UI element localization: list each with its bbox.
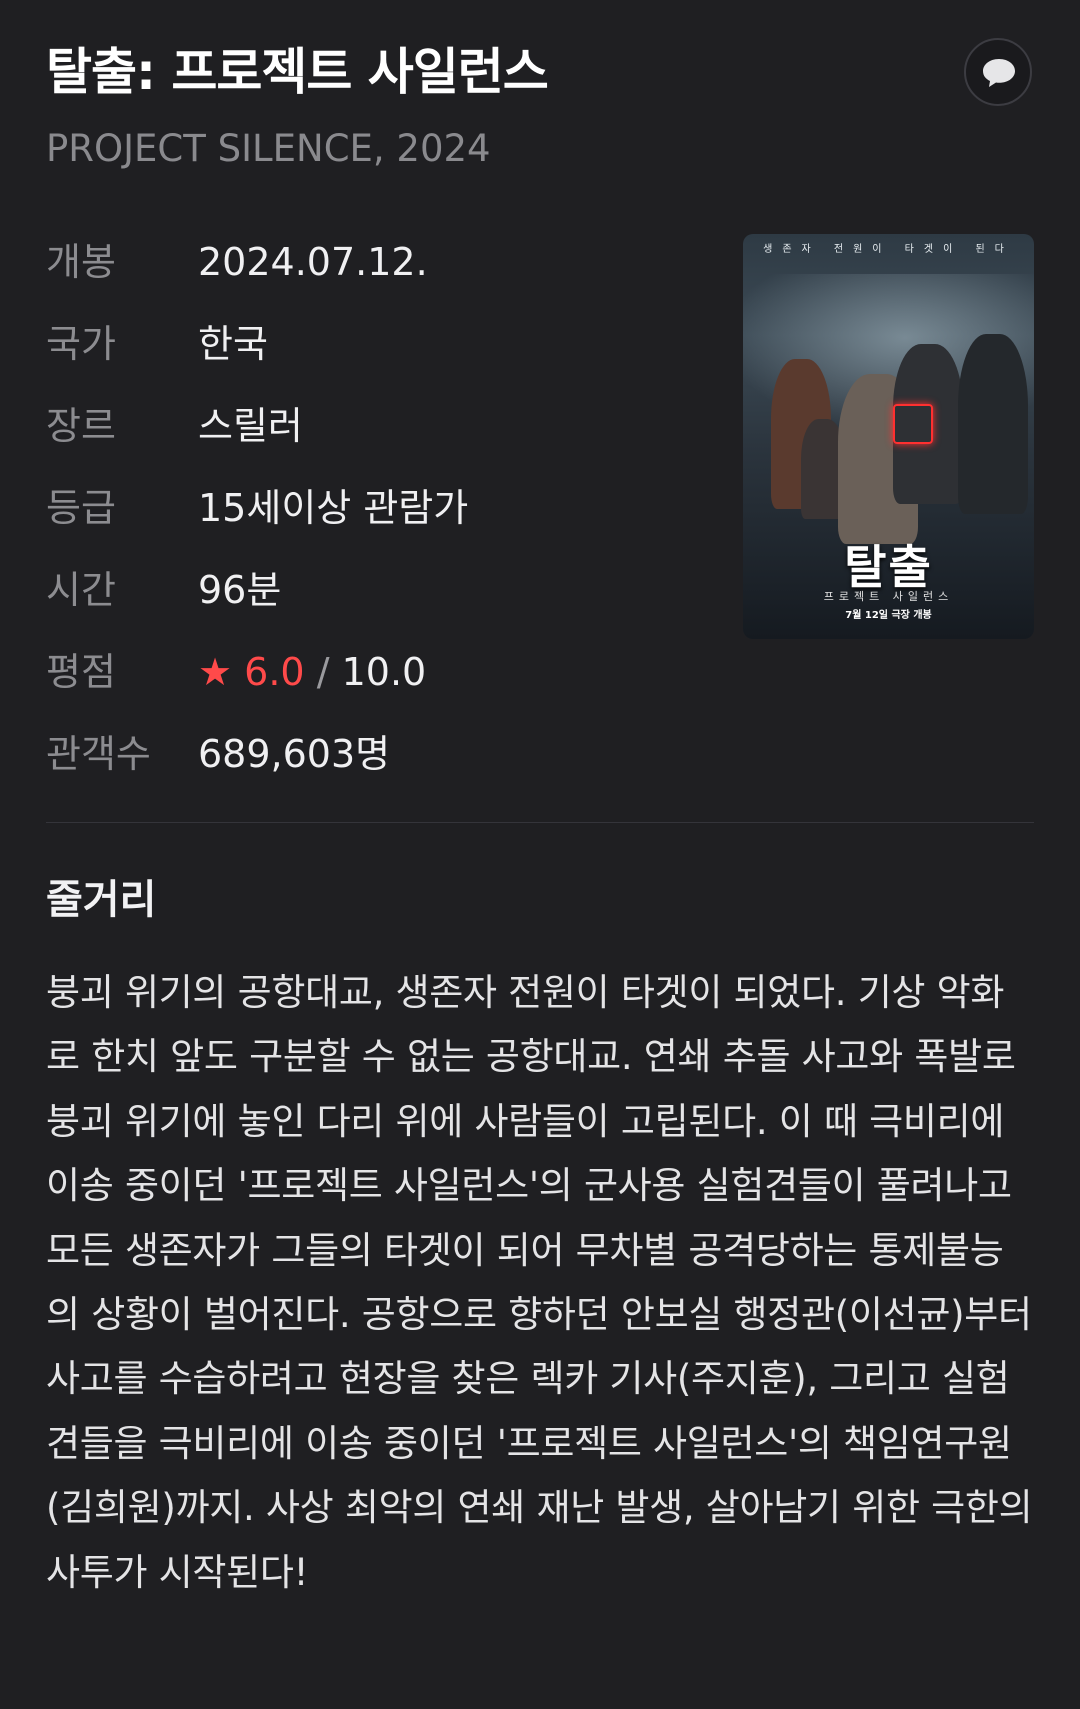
synopsis-text: 붕괴 위기의 공항대교, 생존자 전원이 타겟이 되었다. 기상 악화로 한치 … <box>46 971 1033 1594</box>
score-label: 평점 <box>46 650 116 694</box>
country-label: 국가 <box>46 322 116 366</box>
score-value-group: ★ 6.0 / 10.0 <box>198 647 426 697</box>
release-value: 2024.07.12. <box>198 240 428 284</box>
grade-value: 15세이상 관람가 <box>198 486 469 530</box>
score-value: 6.0 <box>244 650 305 694</box>
country-value: 한국 <box>198 322 268 366</box>
warning-sign <box>893 404 933 444</box>
star-icon: ★ <box>198 650 233 694</box>
score-separator: / <box>316 650 330 694</box>
comment-button[interactable] <box>964 38 1032 106</box>
section-divider <box>46 822 1034 823</box>
release-label: 개봉 <box>46 240 116 284</box>
audience-value: 689,603명 <box>198 732 391 776</box>
genre-label: 장르 <box>46 404 116 448</box>
poster-subtitle: 프로젝트 사일런스 <box>823 590 954 603</box>
movie-title: 탈출: 프로젝트 사일런스 <box>46 43 549 101</box>
original-title-year: PROJECT SILENCE, 2024 <box>46 127 491 170</box>
audience-label: 관객수 <box>46 732 151 776</box>
genre-value: 스릴러 <box>198 404 303 448</box>
synopsis-heading: 줄거리 <box>46 877 157 923</box>
runtime-label: 시간 <box>46 568 116 612</box>
movie-poster[interactable]: 생존자 전원이 타겟이 된다 탈출 프로젝트 사일런스 7월 12일 극장 개봉 <box>743 234 1034 639</box>
poster-figure <box>958 334 1028 514</box>
grade-label: 등급 <box>46 486 116 530</box>
score-max: 10.0 <box>341 650 427 694</box>
speech-bubble-icon <box>983 59 1015 87</box>
poster-tagline: 생존자 전원이 타겟이 된다 <box>763 244 1014 255</box>
runtime-value: 96분 <box>198 568 282 612</box>
poster-release-note: 7월 12일 극장 개봉 <box>845 610 932 621</box>
